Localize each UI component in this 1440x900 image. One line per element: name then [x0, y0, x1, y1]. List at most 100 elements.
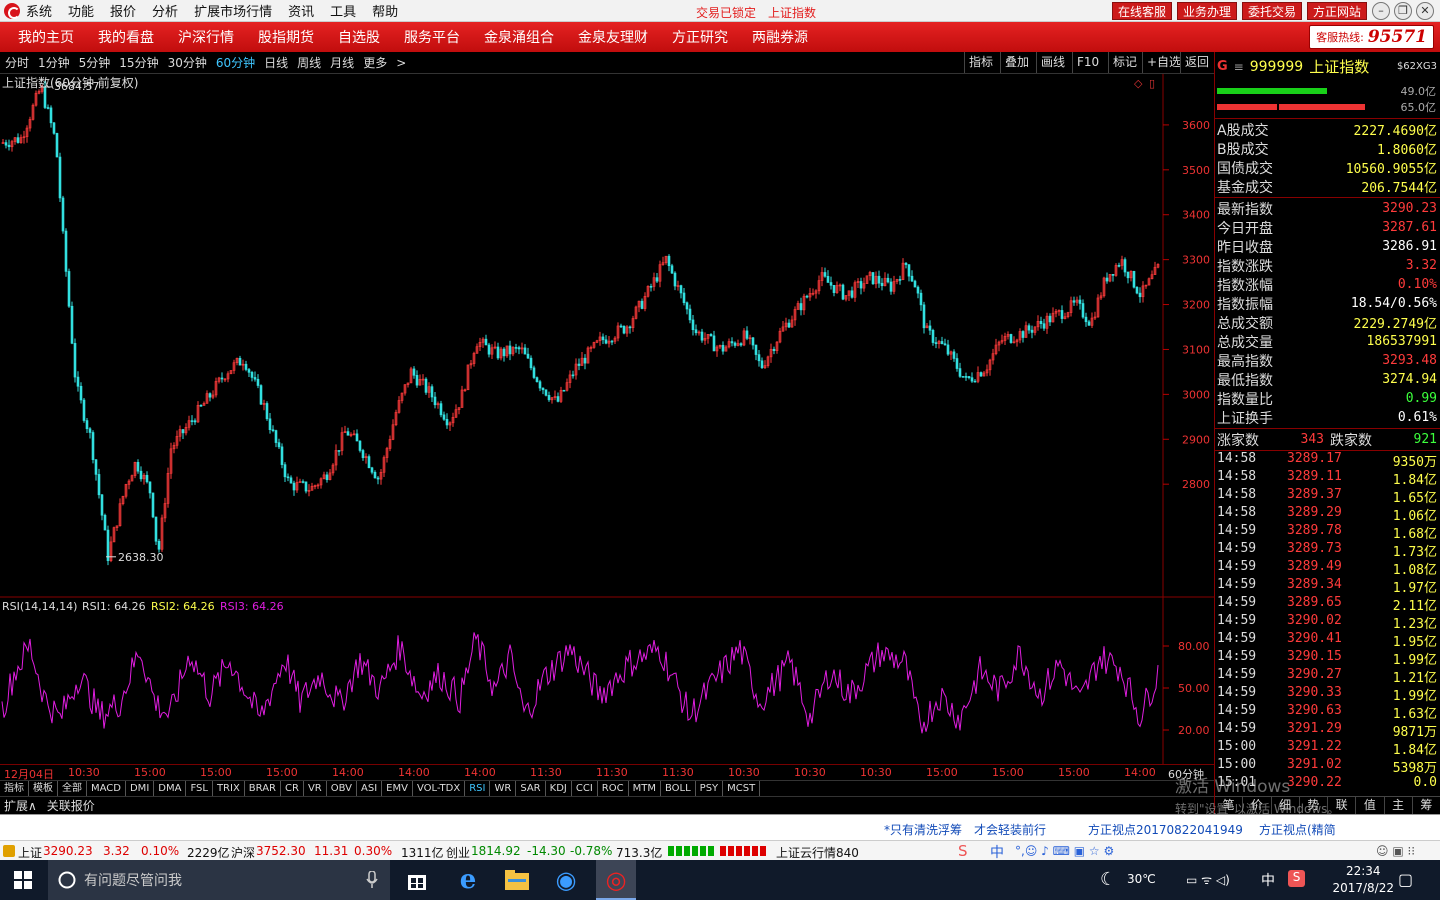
trading-app-taskbar-icon[interactable]: ◎ [596, 860, 636, 900]
menu-icon[interactable]: ≡ [1234, 60, 1244, 74]
edge-browser-icon[interactable]: e [451, 865, 485, 895]
panel-tab[interactable]: 主 [1385, 797, 1413, 814]
tool-indicator[interactable]: 指标 [964, 52, 997, 73]
tool-mark[interactable]: 标记 [1108, 52, 1141, 73]
indicator-tab-sar[interactable]: SAR [516, 781, 546, 796]
windows-start-icon[interactable] [6, 866, 40, 894]
hotline-badge[interactable]: 客服热线: 95571 [1309, 25, 1434, 49]
tool-overlay[interactable]: 叠加 [1000, 52, 1033, 73]
nav-research[interactable]: 方正研究 [672, 27, 728, 47]
price-chart[interactable]: 上证指数(60分钟 前复权) ◇ ▯ 360035003400330032003… [0, 74, 1214, 598]
store-icon[interactable] [400, 866, 434, 894]
nav-margin[interactable]: 两融券源 [752, 27, 808, 47]
indicator-tab-voltdx[interactable]: VOL-TDX [413, 781, 466, 796]
indicator-tab-roc[interactable]: ROC [598, 781, 629, 796]
weather-temp[interactable]: 30℃ [1127, 872, 1156, 886]
restore-icon[interactable]: ❐ [1394, 2, 1412, 20]
period-15m[interactable]: 15分钟 [119, 54, 158, 71]
nav-watchlist[interactable]: 自选股 [338, 27, 380, 47]
menu-tools[interactable]: 工具 [330, 1, 356, 20]
menu-ext-market[interactable]: 扩展市场行情 [194, 1, 272, 20]
cloud-quote-label[interactable]: 上证云行情840 [776, 844, 859, 861]
period-month[interactable]: 月线 [330, 54, 354, 71]
system-tray-icons[interactable]: ▭ ᯤ ◁) [1186, 871, 1230, 888]
indicator-tab-boll[interactable]: BOLL [661, 781, 696, 796]
indicator-tab-obv[interactable]: OBV [327, 781, 357, 796]
tool-add-watch[interactable]: +自选 [1142, 52, 1185, 73]
period-day[interactable]: 日线 [264, 54, 288, 71]
indicator-tab-asi[interactable]: ASI [357, 781, 383, 796]
minimize-icon[interactable]: – [1372, 2, 1390, 20]
menu-function[interactable]: 功能 [68, 1, 94, 20]
period-more[interactable]: 更多 [363, 54, 387, 71]
chevron-right-icon[interactable]: > [396, 56, 406, 70]
nav-finance[interactable]: 金泉友理财 [578, 27, 648, 47]
diamond-icon[interactable]: ◇ [1134, 77, 1143, 90]
indicator-tab-vr[interactable]: VR [304, 781, 327, 796]
indicator-tab-mcst[interactable]: MCST [723, 781, 761, 796]
nav-my-board[interactable]: 我的看盘 [98, 27, 154, 47]
news-item-2[interactable]: 方正视点20170822041949 [1088, 821, 1243, 838]
panel-tab[interactable]: 笔 [1215, 797, 1244, 814]
business-button[interactable]: 业务办理 [1177, 2, 1238, 20]
indicator-tab-cci[interactable]: CCI [572, 781, 598, 796]
indicator-tab-[interactable]: 全部 [58, 781, 87, 796]
related-quote-button[interactable]: 关联报价 [47, 797, 95, 814]
indicator-tab-fsl[interactable]: FSL [186, 781, 213, 796]
period-60m[interactable]: 60分钟 [216, 54, 255, 71]
indicator-tab-dmi[interactable]: DMI [126, 781, 155, 796]
trade-button[interactable]: 委托交易 [1242, 2, 1303, 20]
indicator-tab-[interactable]: 指标 [0, 781, 29, 796]
indicator-tab-emv[interactable]: EMV [382, 781, 413, 796]
period-week[interactable]: 周线 [297, 54, 321, 71]
indicator-tab-brar[interactable]: BRAR [245, 781, 281, 796]
panel-tab[interactable]: 价 [1243, 797, 1272, 814]
nav-portfolio[interactable]: 金泉涌组合 [484, 27, 554, 47]
period-1m[interactable]: 1分钟 [38, 54, 70, 71]
panel-tab[interactable]: 值 [1356, 797, 1385, 814]
tool-back[interactable]: 返回 [1180, 52, 1213, 73]
panel-tab[interactable]: 势 [1300, 797, 1328, 814]
indicator-tab-[interactable]: 模板 [29, 781, 58, 796]
nav-futures[interactable]: 股指期货 [258, 27, 314, 47]
ime-mode[interactable]: 中 [990, 842, 1004, 862]
menu-analysis[interactable]: 分析 [152, 1, 178, 20]
tool-f10[interactable]: F10 [1072, 52, 1103, 73]
tool-draw[interactable]: 画线 [1036, 52, 1069, 73]
microphone-icon[interactable] [366, 871, 378, 889]
ie-browser-icon[interactable]: ◉ [549, 866, 583, 894]
taskbar-ime[interactable]: 中 [1261, 870, 1275, 890]
file-explorer-icon[interactable] [500, 866, 534, 894]
panel-tab[interactable]: 细 [1272, 797, 1300, 814]
ime-toolbar-icons[interactable]: °,☺ ♪ ⌨ ▣ ☆ ⚙ [1015, 844, 1114, 858]
indicator-tab-kdj[interactable]: KDJ [546, 781, 572, 796]
menu-info[interactable]: 资讯 [288, 1, 314, 20]
menu-quote[interactable]: 报价 [110, 1, 136, 20]
indicator-tab-wr[interactable]: WR [490, 781, 517, 796]
menu-system[interactable]: 系统 [26, 1, 52, 20]
indicator-tab-psy[interactable]: PSY [696, 781, 724, 796]
indicator-tab-dma[interactable]: DMA [154, 781, 187, 796]
panel-tab[interactable]: 筹 [1413, 797, 1440, 814]
period-tick[interactable]: 分时 [5, 54, 29, 71]
indicator-tab-macd[interactable]: MACD [87, 781, 126, 796]
taskbar-search[interactable]: 有问题尽管问我 [48, 860, 390, 900]
ime-logo-icon[interactable]: S [958, 842, 968, 860]
notification-icon[interactable]: ▢ [1398, 870, 1413, 889]
nav-home[interactable]: 我的主页 [18, 27, 74, 47]
tray-icons[interactable]: ☺ ▣ ⁝⁝ [1376, 844, 1415, 858]
indicator-tab-cr[interactable]: CR [281, 781, 304, 796]
indicator-tab-rsi[interactable]: RSI [465, 781, 491, 796]
period-30m[interactable]: 30分钟 [168, 54, 207, 71]
taskbar-clock[interactable]: 22:34 2017/8/22 [1332, 863, 1394, 897]
rsi-chart[interactable]: RSI(14,14,14) RSI1: 64.26 RSI2: 64.26 RS… [0, 598, 1214, 764]
window-toggle-icon[interactable]: ▯ [1149, 77, 1155, 90]
indicator-tab-mtm[interactable]: MTM [629, 781, 661, 796]
sogou-icon[interactable]: S [1288, 870, 1305, 887]
online-service-button[interactable]: 在线客服 [1112, 2, 1173, 20]
period-5m[interactable]: 5分钟 [79, 54, 111, 71]
close-icon[interactable]: ✕ [1416, 2, 1434, 20]
menu-help[interactable]: 帮助 [372, 1, 398, 20]
news-item-1[interactable]: *只有清洗浮筹 才会轻装前行 [884, 821, 1046, 838]
nav-market[interactable]: 沪深行情 [178, 27, 234, 47]
